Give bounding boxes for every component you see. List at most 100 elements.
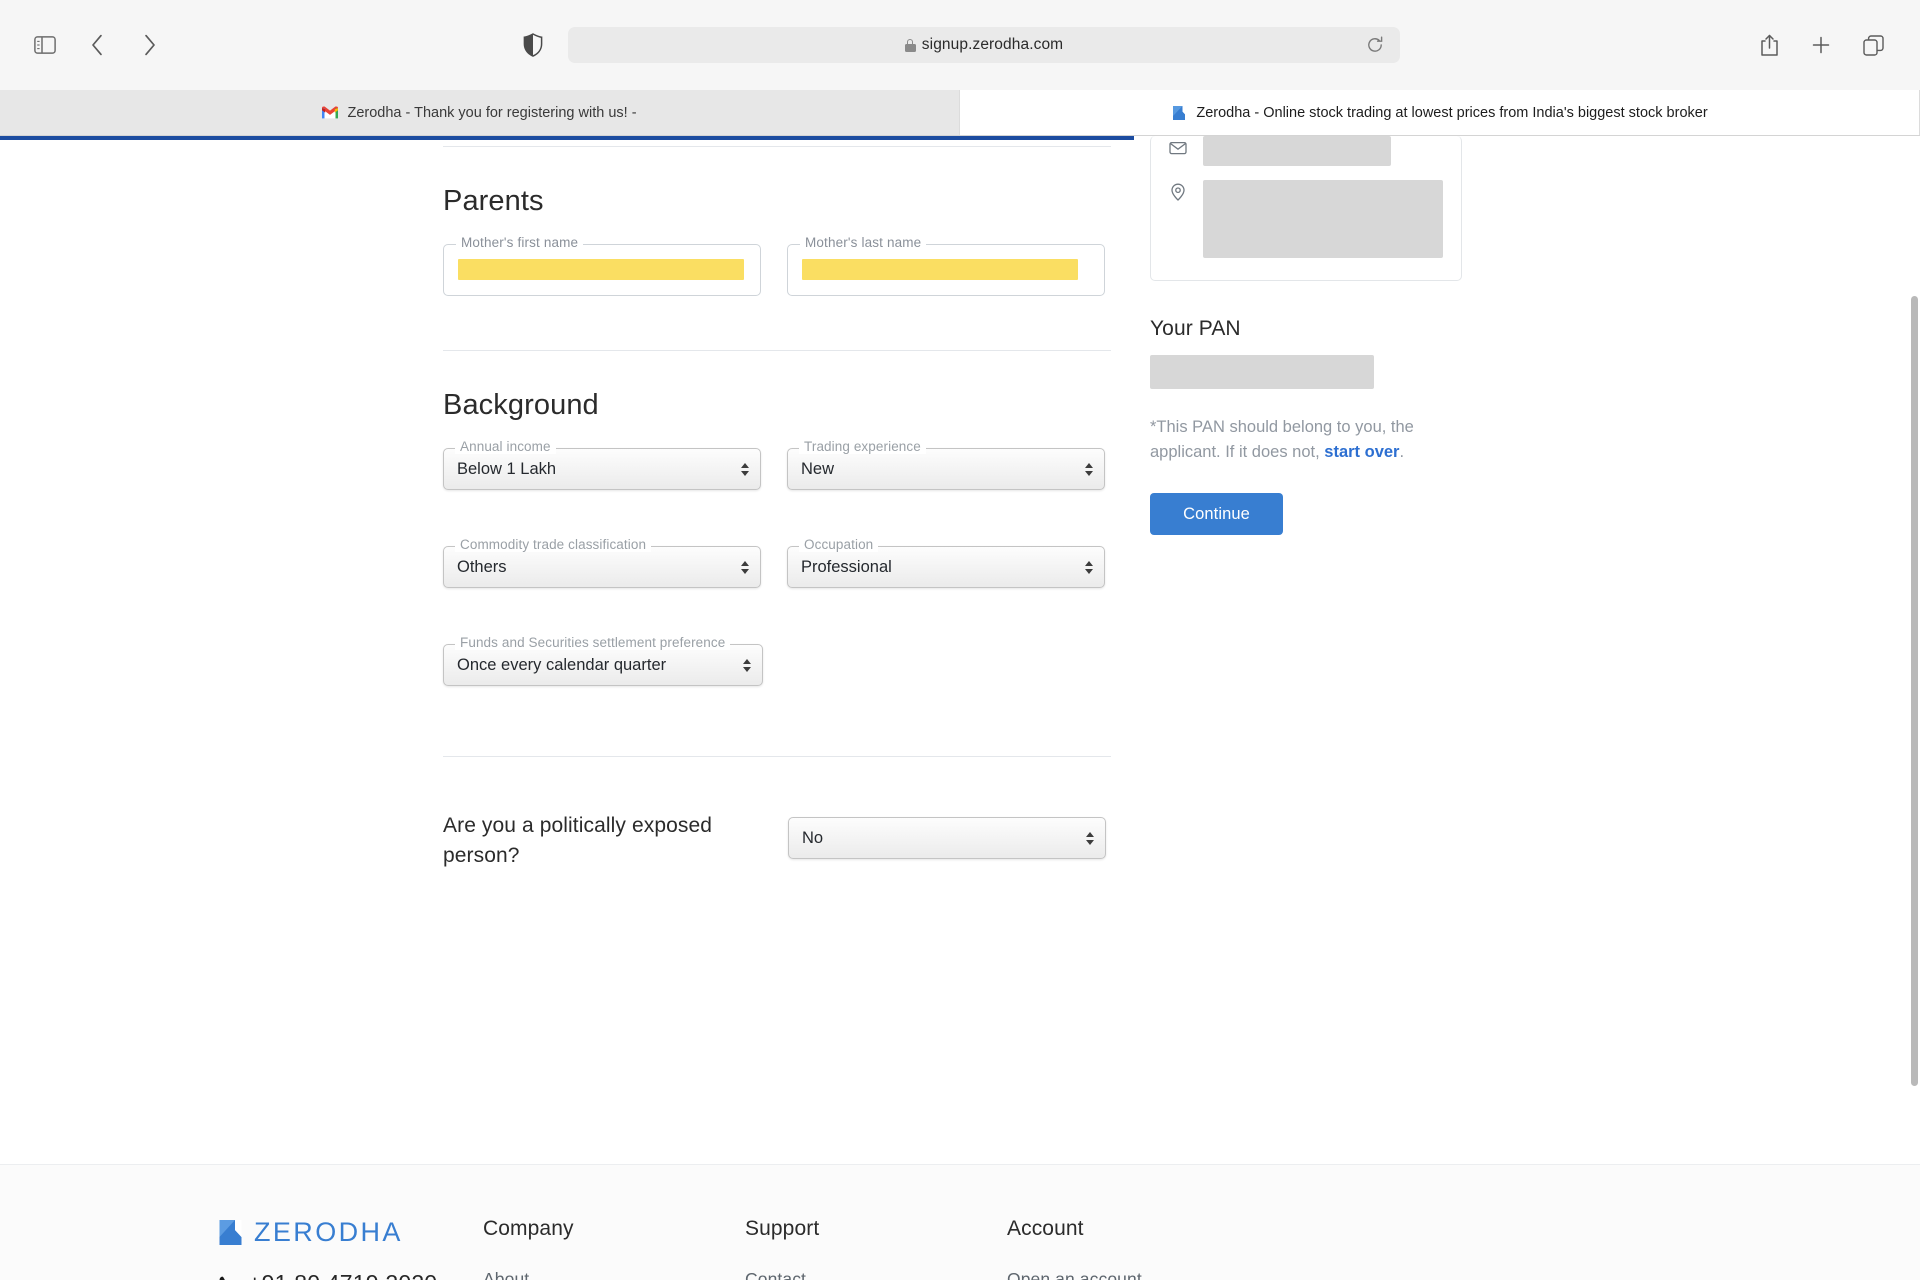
browser-tab-gmail[interactable]: Zerodha - Thank you for registering with…	[0, 90, 960, 135]
footer-column-company: Company About Products Pricing Referral …	[483, 1217, 745, 1280]
chevron-updown-icon	[1085, 829, 1095, 847]
footer-link-open-an-account[interactable]: Open an account	[1007, 1269, 1142, 1280]
back-arrow-icon[interactable]	[82, 30, 112, 60]
envelope-icon	[1169, 139, 1187, 157]
sidebar-toggle-icon[interactable]	[30, 30, 60, 60]
footer-inner: ZERODHA +91 80 4719 2020 © 2010 - 2	[218, 1217, 1702, 1280]
share-icon[interactable]	[1754, 30, 1784, 60]
start-over-link[interactable]: start over	[1324, 443, 1399, 461]
commodity-trade-classification-select[interactable]: Commodity trade classification Others	[443, 537, 761, 588]
footer-column-heading: Support	[745, 1217, 820, 1240]
location-pin-icon	[1169, 183, 1187, 201]
plus-icon[interactable]	[1806, 30, 1836, 60]
pep-select[interactable]: No	[788, 817, 1106, 859]
phone-icon	[218, 1274, 238, 1280]
browser-tab-zerodha[interactable]: Zerodha - Online stock trading at lowest…	[960, 90, 1920, 135]
site-footer: ZERODHA +91 80 4719 2020 © 2010 - 2	[0, 1164, 1920, 1280]
select-label: Trading experience	[799, 439, 926, 454]
pan-disclaimer-period: .	[1399, 443, 1405, 462]
page-scrollbar[interactable]	[1911, 296, 1918, 1086]
redacted-value	[458, 259, 744, 280]
profile-summary-card	[1150, 136, 1462, 281]
tab-overview-icon[interactable]	[1858, 30, 1888, 60]
zerodha-logo: ZERODHA	[218, 1217, 483, 1248]
continue-button[interactable]: Continue	[1150, 493, 1283, 536]
zerodha-kite-icon	[1171, 105, 1187, 121]
pan-section-title: Your PAN	[1150, 317, 1241, 340]
footer-link-contact[interactable]: Contact	[745, 1269, 1007, 1280]
background-row-3: Funds and Securities settlement preferen…	[443, 635, 1111, 694]
parents-field-row: Mother's first name Mother's last name	[443, 235, 1111, 304]
redacted-email	[1203, 136, 1391, 166]
select-label: Funds and Securities settlement preferen…	[455, 635, 731, 650]
select-value: New	[787, 448, 1105, 490]
zerodha-wordmark: ZERODHA	[254, 1217, 403, 1247]
select-value: Below 1 Lakh	[443, 448, 761, 490]
footer-column-heading: Company	[483, 1217, 574, 1240]
field-label: Mother's first name	[456, 235, 584, 250]
select-label: Annual income	[455, 439, 556, 454]
settlement-preference-select[interactable]: Funds and Securities settlement preferen…	[443, 635, 763, 686]
background-section-heading: Background	[443, 389, 599, 421]
profile-address-row	[1151, 180, 1461, 258]
select-value: Once every calendar quarter	[443, 644, 763, 686]
toolbar-left-group	[30, 30, 164, 60]
mothers-first-name-field[interactable]: Mother's first name	[443, 235, 761, 296]
url-bar[interactable]: signup.zerodha.com	[568, 27, 1400, 63]
url-inner: signup.zerodha.com	[904, 36, 1064, 54]
pan-disclaimer: *This PAN should belong to you, the appl…	[1150, 415, 1418, 465]
select-label: Occupation	[799, 537, 879, 552]
background-row-1: Annual income Below 1 Lakh Trading exper…	[443, 439, 1111, 498]
chevron-updown-icon	[1084, 558, 1094, 576]
redacted-pan-value	[1150, 355, 1374, 389]
address-bar-group: signup.zerodha.com	[520, 27, 1400, 63]
footer-phone-number: +91 80 4719 2020	[248, 1270, 437, 1280]
signup-form-column: Parents Mother's first name Mother's las…	[443, 146, 1111, 872]
chevron-updown-icon	[740, 460, 750, 478]
reload-icon[interactable]	[1366, 36, 1384, 54]
browser-window: signup.zerodha.com Zerodha - Thank you f…	[0, 0, 1920, 1280]
trading-experience-select[interactable]: Trading experience New	[787, 439, 1105, 490]
privacy-shield-icon[interactable]	[520, 32, 546, 58]
footer-column-support: Support Contact Support portal Z-Connect…	[745, 1217, 1007, 1280]
page-viewport: Parents Mother's first name Mother's las…	[0, 136, 1920, 1280]
toolbar-right-group	[1754, 30, 1888, 60]
select-value: Others	[443, 546, 761, 588]
profile-email-row	[1151, 136, 1461, 166]
redacted-address	[1203, 180, 1443, 258]
gmail-icon	[322, 105, 339, 121]
chevron-updown-icon	[742, 656, 752, 674]
footer-column-account: Account Open an account Fund transfer 60…	[1007, 1217, 1142, 1280]
footer-phone: +91 80 4719 2020	[218, 1270, 483, 1280]
signup-sidebar: Your PAN *This PAN should belong to you,…	[1150, 136, 1480, 536]
select-value: Professional	[787, 546, 1105, 588]
chevron-updown-icon	[740, 558, 750, 576]
tab-strip: Zerodha - Thank you for registering with…	[0, 90, 1920, 135]
select-label: Commodity trade classification	[455, 537, 652, 552]
politically-exposed-person-row: Are you a politically exposed person? No	[443, 811, 1111, 872]
tab-title: Zerodha - Thank you for registering with…	[347, 104, 637, 121]
background-row-2: Commodity trade classification Others Oc…	[443, 537, 1111, 596]
field-label: Mother's last name	[800, 235, 927, 250]
page-content: Parents Mother's first name Mother's las…	[0, 136, 1920, 1280]
footer-brand-column: ZERODHA +91 80 4719 2020 © 2010 - 2	[218, 1217, 483, 1280]
url-text: signup.zerodha.com	[921, 36, 1064, 53]
zerodha-mark-icon	[218, 1219, 243, 1246]
chevron-updown-icon	[1084, 460, 1094, 478]
browser-chrome: signup.zerodha.com Zerodha - Thank you f…	[0, 0, 1920, 136]
footer-column-heading: Account	[1007, 1217, 1084, 1240]
occupation-select[interactable]: Occupation Professional	[787, 537, 1105, 588]
lock-icon	[904, 38, 916, 52]
select-value: No	[788, 817, 1106, 859]
parents-section-heading: Parents	[443, 185, 544, 217]
divider-background	[443, 350, 1111, 351]
mothers-last-name-field[interactable]: Mother's last name	[787, 235, 1105, 296]
annual-income-select[interactable]: Annual income Below 1 Lakh	[443, 439, 761, 490]
tab-title: Zerodha - Online stock trading at lowest…	[1196, 104, 1708, 121]
forward-arrow-icon[interactable]	[134, 30, 164, 60]
divider-pep	[443, 756, 1111, 757]
divider-top	[443, 146, 1111, 147]
footer-link-about[interactable]: About	[483, 1269, 745, 1280]
browser-toolbar: signup.zerodha.com	[0, 0, 1920, 90]
pep-question-label: Are you a politically exposed person?	[443, 814, 713, 868]
